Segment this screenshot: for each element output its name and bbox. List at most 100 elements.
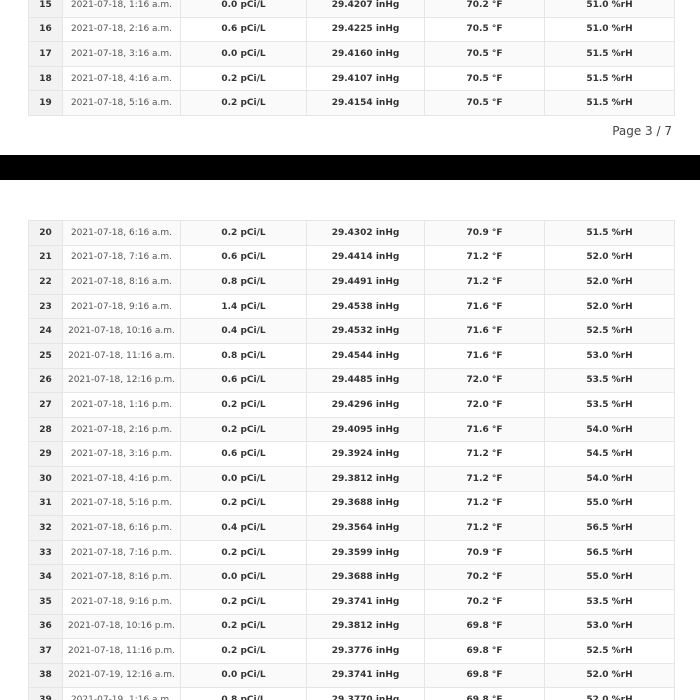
timestamp-cell: 2021-07-18, 9:16 p.m. xyxy=(62,588,181,615)
row-number: 26 xyxy=(28,367,63,394)
radon-cell: 0.0 pCi/L xyxy=(180,0,307,18)
humidity-cell: 52.0 %rH xyxy=(544,244,675,271)
humidity-cell: 53.5 %rH xyxy=(544,588,675,615)
pressure-cell: 29.3688 inHg xyxy=(306,490,425,517)
row-number: 38 xyxy=(28,662,63,689)
radon-cell: 0.8 pCi/L xyxy=(180,269,307,295)
pressure-cell: 29.3924 inHg xyxy=(306,441,425,467)
temperature-cell: 71.2 °F xyxy=(424,269,545,295)
humidity-cell: 51.5 %rH xyxy=(544,65,675,92)
table-row: 28 2021-07-18, 2:16 p.m. 0.2 pCi/L 29.4095 … xyxy=(28,416,675,443)
humidity-cell: 55.0 %rH xyxy=(544,490,675,517)
timestamp-cell: 2021-07-18, 12:16 p.m. xyxy=(62,367,181,394)
timestamp-cell: 2021-07-18, 7:16 p.m. xyxy=(62,539,181,566)
humidity-cell: 51.0 %rH xyxy=(544,0,675,18)
radon-cell: 0.2 pCi/L xyxy=(180,416,307,443)
pressure-cell: 29.4095 inHg xyxy=(306,416,425,443)
timestamp-cell: 2021-07-18, 6:16 p.m. xyxy=(62,515,181,541)
table-row: 26 2021-07-18, 12:16 p.m. 0.6 pCi/L 29.4485… xyxy=(28,367,675,394)
readings-table-body: 20 2021-07-18, 6:16 a.m. 0.2 pCi/L 29.4302 … xyxy=(28,220,675,700)
timestamp-cell: 2021-07-18, 1:16 a.m. xyxy=(62,0,181,18)
table-row: 29 2021-07-18, 3:16 p.m. 0.6 pCi/L 29.3924 … xyxy=(28,441,675,467)
row-number: 15 xyxy=(28,0,63,18)
humidity-cell: 52.5 %rH xyxy=(544,318,675,344)
pressure-cell: 29.3599 inHg xyxy=(306,539,425,566)
radon-cell: 0.6 pCi/L xyxy=(180,367,307,394)
timestamp-cell: 2021-07-18, 5:16 p.m. xyxy=(62,490,181,517)
pressure-cell: 29.4532 inHg xyxy=(306,318,425,344)
timestamp-cell: 2021-07-18, 3:16 a.m. xyxy=(62,41,181,67)
pressure-cell: 29.4485 inHg xyxy=(306,367,425,394)
table-row: 35 2021-07-18, 9:16 p.m. 0.2 pCi/L 29.3741 … xyxy=(28,588,675,615)
radon-cell: 0.8 pCi/L xyxy=(180,342,307,369)
humidity-cell: 56.5 %rH xyxy=(544,515,675,541)
row-number: 19 xyxy=(28,90,63,116)
temperature-cell: 69.8 °F xyxy=(424,638,545,664)
pressure-cell: 29.3770 inHg xyxy=(306,687,425,700)
row-number: 23 xyxy=(28,293,63,320)
humidity-cell: 56.5 %rH xyxy=(544,539,675,566)
humidity-cell: 51.0 %rH xyxy=(544,16,675,43)
pressure-cell: 29.4107 inHg xyxy=(306,65,425,92)
radon-cell: 0.2 pCi/L xyxy=(180,490,307,517)
pressure-cell: 29.3741 inHg xyxy=(306,588,425,615)
radon-cell: 0.6 pCi/L xyxy=(180,16,307,43)
radon-cell: 0.0 pCi/L xyxy=(180,564,307,590)
row-number: 22 xyxy=(28,269,63,295)
table-row: 30 2021-07-18, 4:16 p.m. 0.0 pCi/L 29.3812 … xyxy=(28,465,675,492)
pressure-cell: 29.4160 inHg xyxy=(306,41,425,67)
temperature-cell: 70.2 °F xyxy=(424,0,545,18)
table-row: 20 2021-07-18, 6:16 a.m. 0.2 pCi/L 29.4302 … xyxy=(28,220,675,246)
pressure-cell: 29.3564 inHg xyxy=(306,515,425,541)
humidity-cell: 54.5 %rH xyxy=(544,441,675,467)
table-row: 16 2021-07-18, 2:16 a.m. 0.6 pCi/L 29.4225 … xyxy=(28,16,675,43)
table-row: 392021-07-19, 1:16 a.m.0.8 pCi/L29.3770 … xyxy=(28,687,675,700)
document-page-4: 20 2021-07-18, 6:16 a.m. 0.2 pCi/L 29.4302 … xyxy=(0,180,700,700)
humidity-cell: 52.0 %rH xyxy=(544,269,675,295)
row-number: 17 xyxy=(28,41,63,67)
timestamp-cell: 2021-07-18, 3:16 p.m. xyxy=(62,441,181,467)
humidity-cell: 51.5 %rH xyxy=(544,220,675,246)
radon-cell: 0.2 pCi/L xyxy=(180,539,307,566)
row-number: 32 xyxy=(28,515,63,541)
timestamp-cell: 2021-07-18, 6:16 a.m. xyxy=(62,220,181,246)
pressure-cell: 29.4491 inHg xyxy=(306,269,425,295)
pressure-cell: 29.4225 inHg xyxy=(306,16,425,43)
row-number: 36 xyxy=(28,613,63,640)
humidity-cell: 52.0 %rH xyxy=(544,293,675,320)
radon-cell: 0.2 pCi/L xyxy=(180,65,307,92)
row-number: 28 xyxy=(28,416,63,443)
pressure-cell: 29.4302 inHg xyxy=(306,220,425,246)
temperature-cell: 71.6 °F xyxy=(424,416,545,443)
row-number: 16 xyxy=(28,16,63,43)
timestamp-cell: 2021-07-18, 7:16 a.m. xyxy=(62,244,181,271)
radon-cell: 0.2 pCi/L xyxy=(180,220,307,246)
radon-cell: 0.4 pCi/L xyxy=(180,515,307,541)
timestamp-cell: 2021-07-18, 11:16 p.m. xyxy=(62,638,181,664)
row-number: 39 xyxy=(28,687,63,700)
timestamp-cell: 2021-07-18, 8:16 p.m. xyxy=(62,564,181,590)
humidity-cell: 53.5 %rH xyxy=(544,367,675,394)
pressure-cell: 29.3741 inHg xyxy=(306,662,425,689)
timestamp-cell: 2021-07-18, 8:16 a.m. xyxy=(62,269,181,295)
row-number: 34 xyxy=(28,564,63,590)
timestamp-cell: 2021-07-18, 10:16 a.m. xyxy=(62,318,181,344)
radon-cell: 1.4 pCi/L xyxy=(180,293,307,320)
pressure-cell: 29.4296 inHg xyxy=(306,392,425,418)
pressure-cell: 29.4154 inHg xyxy=(306,90,425,116)
table-row: 32 2021-07-18, 6:16 p.m. 0.4 pCi/L 29.3564 … xyxy=(28,515,675,541)
readings-table-page-3: 15 2021-07-18, 1:16 a.m. 0.0 pCi/L 29.4207 … xyxy=(28,0,675,116)
pressure-cell: 29.4207 inHg xyxy=(306,0,425,18)
temperature-cell: 70.2 °F xyxy=(424,588,545,615)
temperature-cell: 70.5 °F xyxy=(424,65,545,92)
temperature-cell: 71.6 °F xyxy=(424,342,545,369)
timestamp-cell: 2021-07-19, 12:16 a.m. xyxy=(62,662,181,689)
temperature-cell: 70.5 °F xyxy=(424,16,545,43)
table-row: 33 2021-07-18, 7:16 p.m. 0.2 pCi/L 29.3599 … xyxy=(28,539,675,566)
temperature-cell: 72.0 °F xyxy=(424,367,545,394)
humidity-cell: 54.0 %rH xyxy=(544,465,675,492)
humidity-cell: 55.0 %rH xyxy=(544,564,675,590)
timestamp-cell: 2021-07-18, 11:16 a.m. xyxy=(62,342,181,369)
pressure-cell: 29.4544 inHg xyxy=(306,342,425,369)
temperature-cell: 71.6 °F xyxy=(424,293,545,320)
